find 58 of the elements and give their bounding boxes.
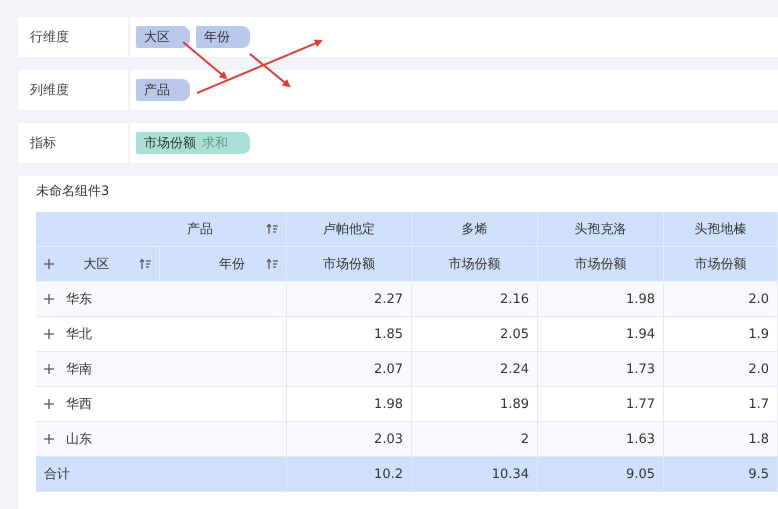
expand-plus-icon[interactable] — [44, 259, 54, 269]
total-cell: 10.2 — [287, 457, 412, 492]
region-label: 华西 — [66, 396, 92, 413]
table-cell: 1.89 — [412, 387, 538, 422]
table-cell: 1.63 — [538, 422, 664, 457]
column-header-cell: 市场份额 — [664, 247, 778, 282]
column-header-cell: 多烯 — [412, 212, 538, 247]
header-label: 产品 — [186, 221, 214, 238]
table-cell: 1.98 — [287, 387, 412, 422]
column-header-cell: 头孢地榛 — [664, 212, 778, 247]
region-label: 华北 — [66, 326, 92, 343]
total-cell: 10.34 — [412, 457, 538, 492]
dimension-chip[interactable]: 大区 — [136, 26, 190, 48]
table-cell: 2.16 — [412, 282, 538, 317]
expand-plus-icon[interactable] — [44, 329, 54, 339]
table-cell: 2.03 — [287, 422, 412, 457]
column-header-cell: 市场份额 — [538, 247, 664, 282]
region-label: 华南 — [66, 361, 92, 378]
table-cell: 2.0 — [664, 282, 778, 317]
column-header-cell: 头孢克洛 — [538, 212, 664, 247]
header-label: 大区 — [82, 256, 110, 273]
dimension-chip[interactable]: 产品 — [136, 79, 190, 101]
table-cell: 1.8 — [664, 422, 778, 457]
table-cell: 1.7 — [664, 387, 778, 422]
expand-plus-icon[interactable] — [44, 434, 54, 444]
region-label: 山东 — [66, 431, 92, 448]
measure-chip[interactable]: 市场份额 求和 — [136, 132, 250, 154]
table-cell: 2.27 — [287, 282, 412, 317]
column-header-cell: 市场份额 — [412, 247, 538, 282]
table-cell: 1.9 — [664, 317, 778, 352]
table-cell: 1.94 — [538, 317, 664, 352]
sort-icon[interactable] — [139, 258, 151, 270]
expand-plus-icon[interactable] — [44, 294, 54, 304]
expand-plus-icon[interactable] — [44, 364, 54, 374]
region-label: 华东 — [66, 291, 92, 308]
table-cell: 2.0 — [664, 352, 778, 387]
total-cell: 9.05 — [538, 457, 664, 492]
column-header-cell: 卢帕他定 — [287, 212, 412, 247]
table-cell: 1.85 — [287, 317, 412, 352]
column-header-cell: 市场份额 — [287, 247, 412, 282]
expand-plus-icon[interactable] — [44, 399, 54, 409]
widget-title: 未命名组件3 — [36, 184, 110, 201]
table-cell: 1.98 — [538, 282, 664, 317]
table-cell: 2.05 — [412, 317, 538, 352]
field-label: 指标 — [18, 123, 130, 163]
sort-icon[interactable] — [266, 258, 278, 270]
total-label-cell: 合计 — [36, 457, 287, 492]
field-label: 列维度 — [18, 70, 130, 110]
total-cell: 9.5 — [664, 457, 778, 492]
table-cell: 2.07 — [287, 352, 412, 387]
table-cell: 2.24 — [412, 352, 538, 387]
table-cell: 2 — [412, 422, 538, 457]
sort-icon[interactable] — [266, 223, 278, 235]
dimension-chip[interactable]: 年份 — [196, 26, 250, 48]
header-label: 年份 — [218, 256, 246, 273]
table-cell: 1.77 — [538, 387, 664, 422]
table-cell: 1.73 — [538, 352, 664, 387]
field-label: 行维度 — [18, 17, 130, 57]
